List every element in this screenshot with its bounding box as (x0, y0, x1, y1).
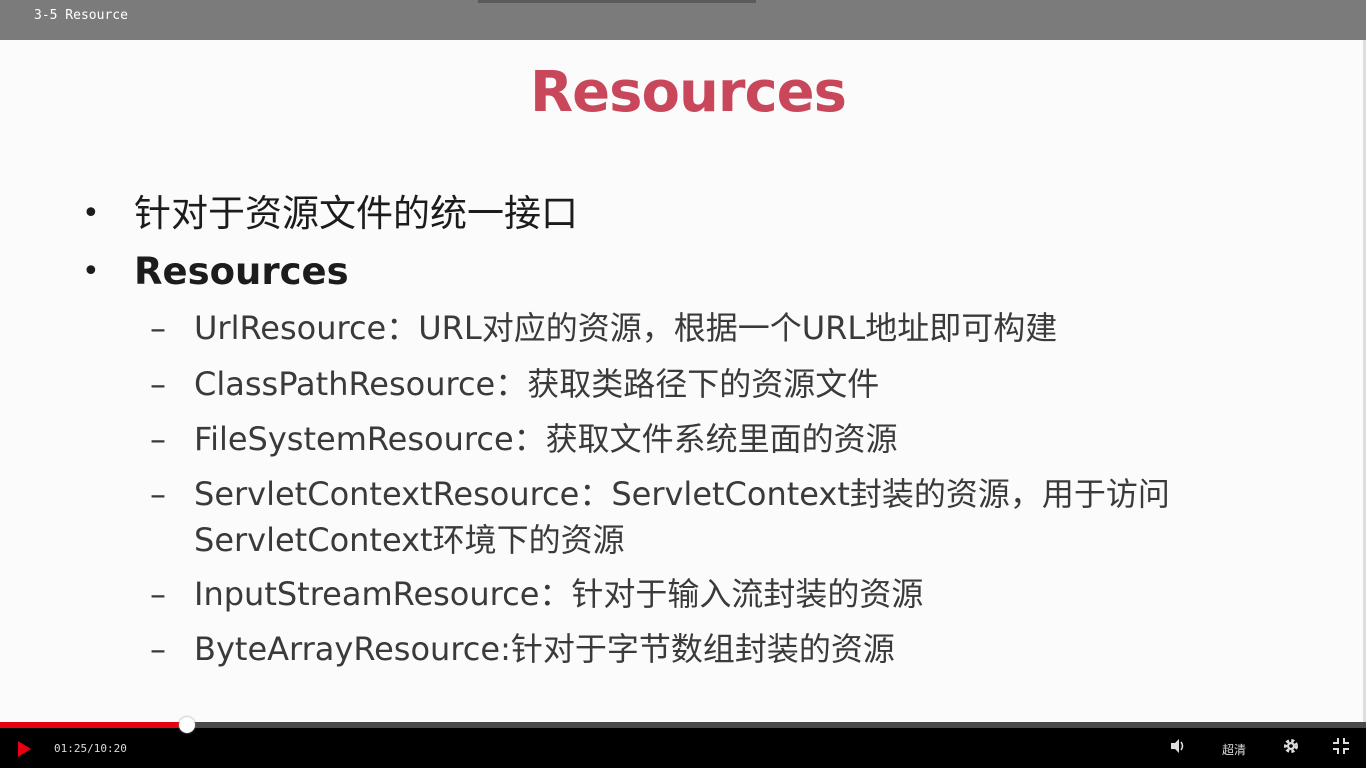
exit-fullscreen-icon[interactable] (1331, 737, 1351, 757)
sub-bullet-dash: – (150, 420, 166, 458)
sub-bullet-dash: – (150, 365, 166, 403)
progress-handle[interactable] (179, 717, 195, 733)
quality-button[interactable]: 超清 (1222, 741, 1246, 758)
progress-fill (0, 722, 187, 728)
video-title-bar: 3-5 Resource (0, 0, 1366, 40)
time-display: 01:25/10:20 (54, 742, 127, 755)
sub-bullet-text: UrlResource：URL对应的资源，根据一个URL地址即可构建 (194, 309, 1058, 347)
sub-bullet-dash: – (150, 575, 166, 613)
progress-bar[interactable] (0, 717, 1366, 733)
sub-bullet-text: InputStreamResource：针对于输入流封装的资源 (194, 575, 924, 613)
gear-icon[interactable] (1281, 737, 1301, 757)
sub-bullet-dash: – (150, 309, 166, 347)
bullet-text: 针对于资源文件的统一接口 (134, 192, 578, 235)
bullet-dot: • (82, 196, 100, 231)
sub-bullet-dash: – (150, 475, 166, 513)
player-controls: 01:25/10:20 超清 (0, 717, 1366, 768)
play-icon[interactable] (18, 741, 31, 757)
slide-title: Resources (530, 60, 847, 125)
video-title: 3-5 Resource (34, 8, 128, 23)
bullet-text: Resources (134, 250, 349, 293)
sub-bullet-text: ServletContextResource：ServletContext封装的… (194, 475, 1170, 559)
title-bar-notch (478, 0, 756, 3)
sub-bullet-text: ByteArrayResource:针对于字节数组封装的资源 (194, 630, 895, 668)
slide-content: Resources • 针对于资源文件的统一接口 • Resources – U… (0, 40, 1366, 722)
bullet-dot: • (82, 254, 100, 289)
sub-bullet-dash: – (150, 630, 166, 668)
sub-bullet-text: FileSystemResource：获取文件系统里面的资源 (194, 420, 898, 458)
sub-bullet-text: ClassPathResource：获取类路径下的资源文件 (194, 365, 880, 403)
volume-icon[interactable] (1168, 737, 1188, 757)
